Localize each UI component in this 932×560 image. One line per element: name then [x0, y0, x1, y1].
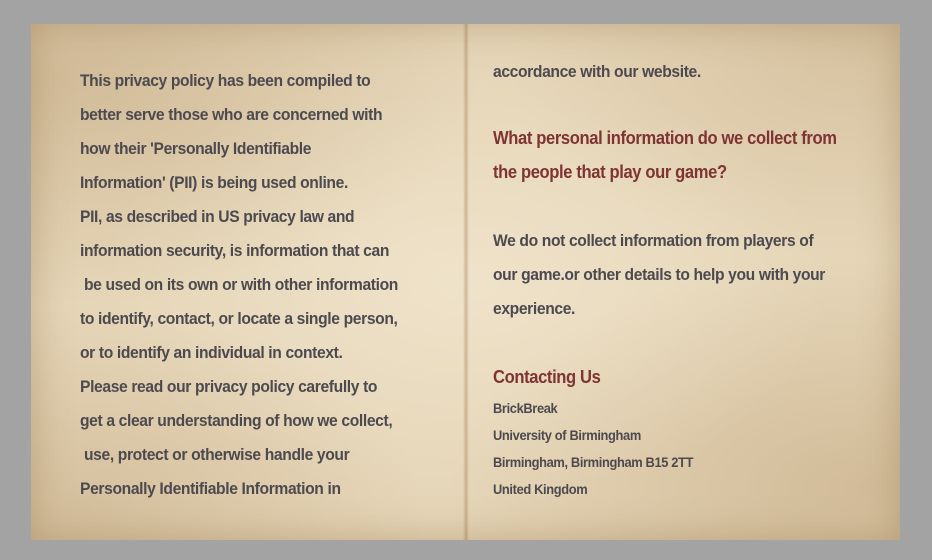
contact-heading: Contacting Us	[493, 367, 601, 387]
intro-line: Please read our privacy policy carefully…	[80, 377, 378, 396]
contact-line: BrickBreak	[493, 400, 558, 416]
intro-line: This privacy policy has been compiled to	[80, 71, 371, 90]
contact-line: United Kingdom	[493, 481, 588, 497]
contact-line: University of Birmingham	[493, 427, 641, 443]
privacy-intro-text: This privacy policy has been compiled to…	[80, 64, 426, 506]
answer-line: experience.	[493, 299, 576, 318]
continuation-text: accordance with our website.	[493, 62, 701, 81]
question-heading-line: the people that play our game?	[493, 162, 727, 182]
intro-line: Information' (PII) is being used online.	[80, 173, 348, 192]
privacy-policy-book: This privacy policy has been compiled to…	[31, 24, 900, 540]
intro-line: how their 'Personally Identifiable	[80, 139, 312, 158]
answer-line: We do not collect information from playe…	[493, 231, 814, 250]
left-page: This privacy policy has been compiled to…	[31, 24, 463, 540]
contact-line: Birmingham, Birmingham B15 2TT	[493, 454, 694, 470]
intro-line: Personally Identifiable Information in	[80, 479, 341, 498]
intro-line: information security, is information tha…	[80, 241, 390, 260]
intro-line: PII, as described in US privacy law and	[80, 207, 355, 226]
intro-line: better serve those who are concerned wit…	[80, 105, 383, 124]
intro-line: to identify, contact, or locate a single…	[80, 309, 398, 328]
intro-line: or to identify an individual in context.	[80, 343, 343, 362]
intro-line: be used on its own or with other informa…	[80, 275, 398, 294]
intro-line: get a clear understanding of how we coll…	[80, 411, 393, 430]
answer-line: our game.or other details to help you wi…	[493, 265, 826, 284]
right-page: accordance with our website. What person…	[469, 24, 900, 540]
intro-line: use, protect or otherwise handle your	[80, 445, 350, 464]
question-heading-line: What personal information do we collect …	[493, 128, 837, 148]
